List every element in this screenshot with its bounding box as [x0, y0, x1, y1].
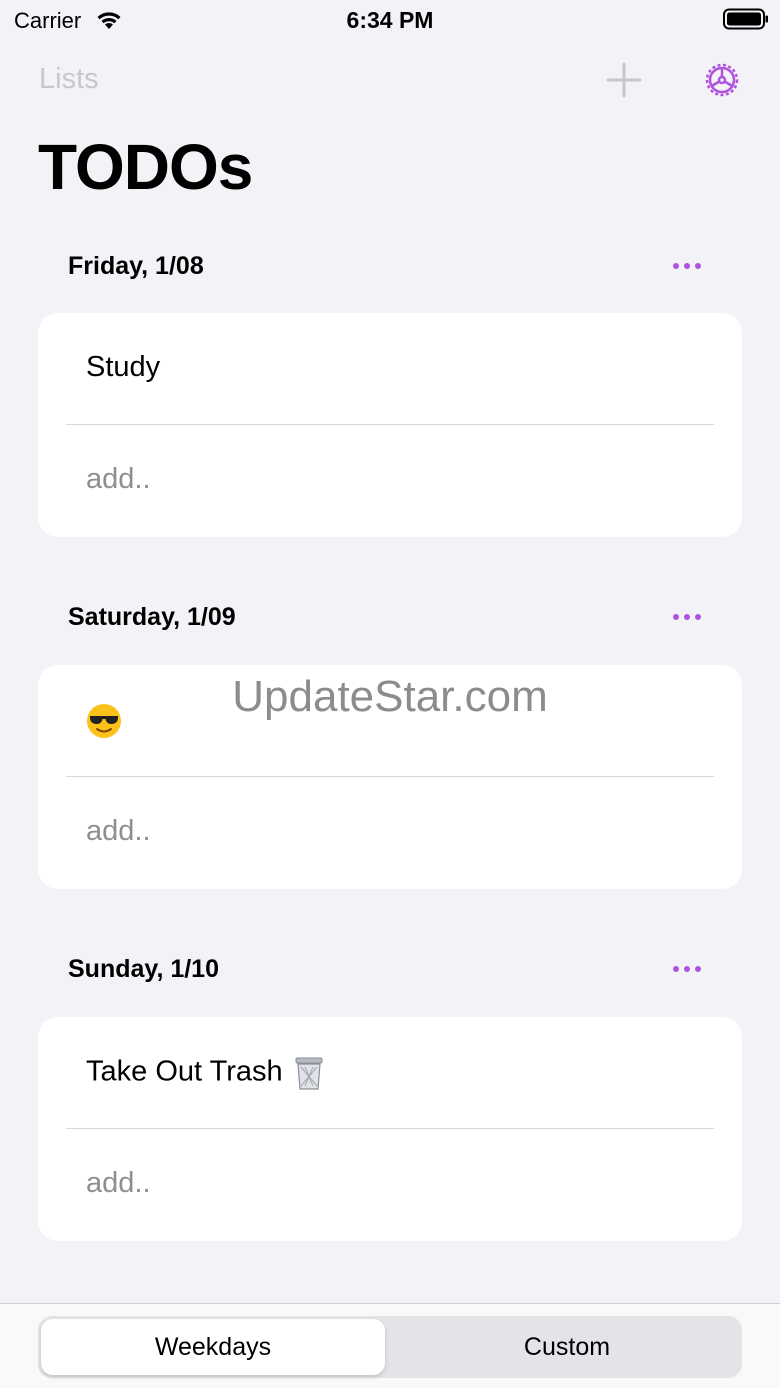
more-options-icon[interactable]	[666, 254, 710, 278]
add-item-field[interactable]: add..	[86, 815, 151, 848]
divider	[66, 424, 714, 425]
segment-weekdays[interactable]: Weekdays	[41, 1319, 385, 1375]
gear-icon[interactable]	[702, 60, 742, 100]
clock: 6:34 PM	[346, 7, 434, 33]
todo-card-saturday: add..	[38, 665, 742, 889]
section-header-saturday: Saturday, 1/09	[68, 603, 236, 631]
todo-item[interactable]	[86, 703, 122, 739]
wastebasket-icon	[295, 1057, 323, 1090]
todo-item[interactable]: Take Out Trash	[86, 1055, 327, 1091]
todo-item-label: Take Out Trash	[86, 1055, 283, 1088]
add-item-field[interactable]: add..	[86, 463, 151, 496]
status-bar: Carrier 6:34 PM	[0, 0, 780, 44]
segment-custom[interactable]: Custom	[395, 1319, 739, 1375]
more-options-icon[interactable]	[666, 957, 710, 981]
page-title: TODOs	[38, 131, 253, 203]
bottom-toolbar: Weekdays Custom	[0, 1303, 780, 1388]
battery-icon	[723, 8, 768, 30]
divider	[66, 1128, 714, 1129]
add-item-field[interactable]: add..	[86, 1167, 151, 1200]
todo-card-friday: Study add..	[38, 313, 742, 537]
lists-back-button[interactable]: Lists	[39, 63, 99, 96]
smiling-face-with-sunglasses-icon	[87, 704, 121, 738]
section-header-sunday: Sunday, 1/10	[68, 955, 219, 983]
segmented-control: Weekdays Custom	[38, 1316, 742, 1378]
plus-icon[interactable]	[604, 60, 644, 100]
todo-card-sunday: Take Out Trash add..	[38, 1017, 742, 1241]
more-options-icon[interactable]	[666, 605, 710, 629]
divider	[66, 776, 714, 777]
section-header-friday: Friday, 1/08	[68, 252, 204, 280]
todo-item[interactable]: Study	[86, 351, 160, 384]
